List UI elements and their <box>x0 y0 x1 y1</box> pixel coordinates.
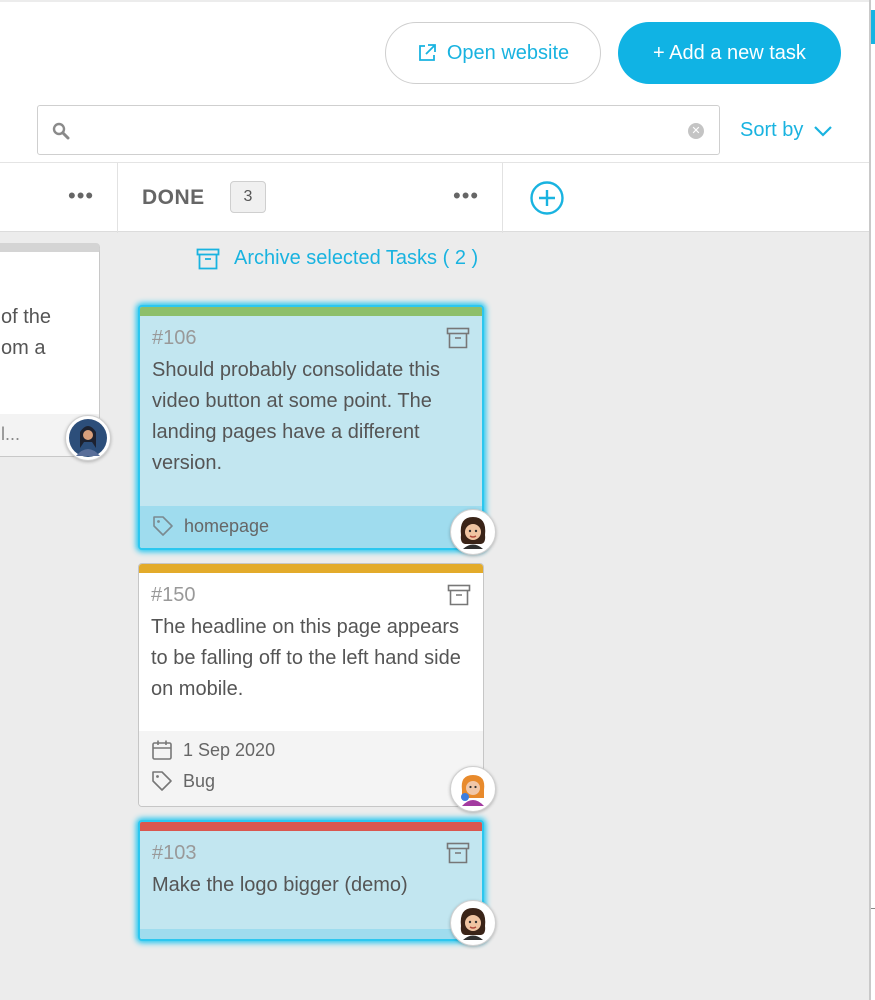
task-card-tag-label: Bug <box>183 770 216 791</box>
column-divider <box>117 163 118 233</box>
task-card-id: #150 <box>151 584 196 606</box>
tag-icon <box>152 771 172 791</box>
task-card-color-stripe <box>140 307 482 316</box>
previous-column-menu-icon[interactable]: ••• <box>68 183 94 209</box>
header: Open website + Add a new task ✕ Sort by <box>0 2 869 162</box>
archive-selected-label: Archive selected Tasks ( 2 ) <box>234 247 479 269</box>
calendar-icon <box>152 740 172 760</box>
avatar[interactable] <box>450 900 496 946</box>
user-avatar-icon <box>461 775 485 806</box>
column-count-badge: 3 <box>230 181 266 213</box>
task-card-id: #103 <box>152 842 197 864</box>
task-card-color-stripe <box>139 564 483 573</box>
task-card[interactable]: #103 Make the logo bigger (demo) <box>138 820 484 941</box>
external-link-icon <box>418 44 436 61</box>
task-card-text: of the om a <box>1 302 51 364</box>
task-card-footer: homepage <box>140 506 482 548</box>
task-card-color-stripe <box>140 822 482 831</box>
task-card-text: Should probably consolidate this video b… <box>152 359 440 474</box>
task-card[interactable]: #150 The headline on this page appears t… <box>138 563 484 807</box>
column-divider <box>502 163 503 233</box>
add-task-label: + Add a new task <box>653 41 806 64</box>
task-card-tag: Bug <box>151 770 215 792</box>
task-card-text: Make the logo bigger (demo) <box>152 874 408 896</box>
add-column-icon[interactable] <box>529 180 565 216</box>
task-card[interactable]: #106 Should probably consolidate this vi… <box>138 305 484 550</box>
avatar[interactable] <box>65 415 111 461</box>
task-card-text: The headline on this page appears to be … <box>151 616 461 700</box>
archive-icon[interactable] <box>447 584 471 606</box>
task-card-footer-text: l... <box>1 424 21 444</box>
column-title-done: DONE <box>142 186 205 209</box>
task-card-id: #106 <box>152 327 197 349</box>
done-column-menu-icon[interactable]: ••• <box>453 183 479 209</box>
open-website-button[interactable]: Open website <box>385 22 601 84</box>
open-website-label: Open website <box>446 41 570 64</box>
search-box[interactable]: ✕ <box>37 105 720 155</box>
task-card-tag: homepage <box>152 515 269 537</box>
avatar[interactable] <box>450 766 496 812</box>
search-icon <box>52 122 70 140</box>
user-avatar-icon <box>460 517 486 549</box>
task-card-footer <box>140 929 482 939</box>
task-card-text-line: om a <box>1 337 46 359</box>
user-avatar-icon <box>69 419 107 457</box>
chevron-down-icon <box>814 125 833 137</box>
clear-search-icon[interactable]: ✕ <box>688 123 704 139</box>
task-card-due-date: 1 Sep 2020 <box>151 739 275 761</box>
kanban-board: Open website + Add a new task ✕ Sort by … <box>0 0 869 1000</box>
avatar[interactable] <box>450 509 496 555</box>
column-header-bar: ••• DONE 3 ••• <box>0 162 869 233</box>
archive-icon <box>196 248 220 269</box>
window-right-edge <box>869 0 875 1000</box>
task-card-due-date-label: 1 Sep 2020 <box>183 739 276 760</box>
add-task-button[interactable]: + Add a new task <box>618 22 841 84</box>
archive-selected-tasks-link[interactable]: Archive selected Tasks ( 2 ) <box>196 247 478 270</box>
archive-icon[interactable] <box>446 842 470 864</box>
tag-icon <box>153 516 173 536</box>
accent-strip <box>871 10 875 44</box>
user-avatar-icon <box>460 908 486 940</box>
task-card-tag-label: homepage <box>184 515 270 536</box>
search-input[interactable] <box>86 114 666 146</box>
sort-by-label: Sort by <box>740 119 804 141</box>
sort-by-dropdown[interactable]: Sort by <box>740 119 833 142</box>
task-card-text-line: of the <box>1 306 52 328</box>
archive-icon[interactable] <box>446 327 470 349</box>
divider <box>871 908 875 909</box>
task-card-footer: 1 Sep 2020 Bug <box>139 731 483 806</box>
